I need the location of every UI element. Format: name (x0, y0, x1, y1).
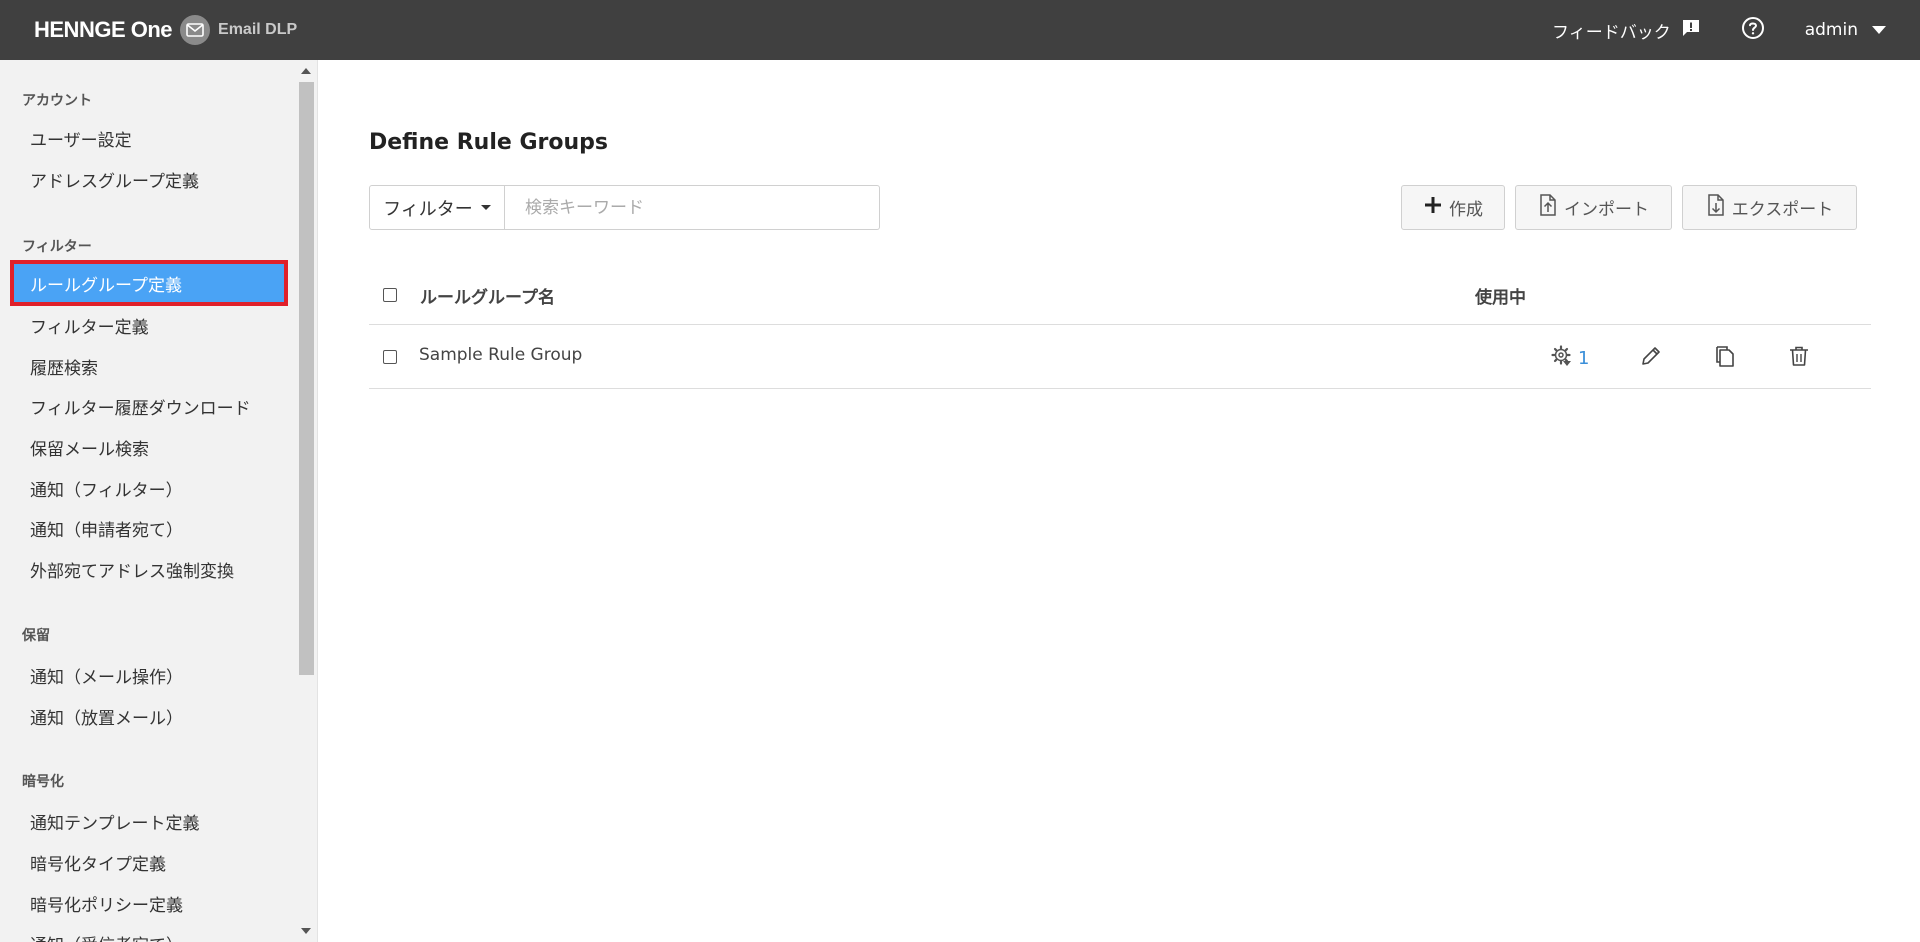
export-icon (1706, 194, 1732, 221)
edit-pencil-icon[interactable] (1639, 344, 1663, 372)
sidebar-item-address-groups[interactable]: アドレスグループ定義 (10, 156, 288, 202)
sidebar-item-external-address-conversion[interactable]: 外部宛てアドレス強制変換 (10, 546, 288, 592)
page-title: Define Rule Groups (369, 130, 608, 155)
sidebar: アカウント ユーザー設定 アドレスグループ定義 フィルター ルールグループ定義 … (0, 60, 318, 942)
create-button[interactable]: 作成 (1401, 185, 1505, 230)
user-name: admin (1804, 20, 1858, 40)
import-button[interactable]: インポート (1515, 185, 1672, 230)
copy-icon[interactable] (1713, 344, 1737, 372)
brand[interactable]: HENNGE One Email DLP (34, 0, 297, 60)
brand-logo: HENNGE One (34, 17, 173, 42)
sidebar-item-encryption-types[interactable]: 暗号化タイプ定義 (10, 839, 288, 885)
import-label: インポート (1564, 200, 1649, 220)
chevron-down-icon (1872, 26, 1886, 34)
feedback-icon (1671, 18, 1701, 43)
sidebar-item-notification-templates[interactable]: 通知テンプレート定義 (10, 798, 288, 844)
user-menu[interactable]: admin (1805, 20, 1886, 40)
product-name: Email DLP (218, 21, 298, 38)
filter-dropdown-button[interactable]: フィルター (369, 185, 505, 230)
column-header-in-use: 使用中 (1475, 288, 1526, 308)
section-account: アカウント (22, 93, 92, 109)
sidebar-item-filter-history-download[interactable]: フィルター履歴ダウンロード (10, 383, 288, 429)
filter-search-group: フィルター (369, 185, 880, 230)
sidebar-scrollbar-thumb[interactable] (299, 82, 314, 675)
in-use-link[interactable]: 1 (1550, 344, 1589, 372)
section-encryption: 暗号化 (22, 774, 64, 790)
feedback-label: フィードバック (1552, 22, 1671, 43)
gear-icon (1550, 344, 1574, 372)
column-header-name: ルールグループ名 (420, 288, 555, 308)
feedback-button[interactable]: フィードバック (1552, 18, 1701, 43)
row-checkbox[interactable] (383, 350, 397, 364)
main-content: Define Rule Groups フィルター 作成 インポート エクスポート… (319, 60, 1920, 942)
help-button[interactable] (1741, 16, 1765, 44)
export-button[interactable]: エクスポート (1682, 185, 1857, 230)
select-all-checkbox[interactable] (383, 288, 397, 302)
sidebar-item-notify-recipient[interactable]: 通知（受信者宛て） (10, 920, 288, 942)
create-label: 作成 (1449, 200, 1483, 220)
search-input[interactable] (505, 185, 880, 230)
table-row[interactable]: Sample Rule Group 1 (369, 325, 1871, 389)
rule-groups-table: ルールグループ名 使用中 Sample Rule Group 1 (369, 265, 1871, 389)
plus-icon (1423, 195, 1449, 220)
help-icon (1741, 16, 1765, 44)
sidebar-item-notify-abandoned-mail[interactable]: 通知（放置メール） (10, 693, 288, 739)
scroll-down-arrow-icon[interactable] (301, 928, 311, 934)
top-bar: HENNGE One Email DLP フィードバック admin (0, 0, 1920, 60)
rule-group-name: Sample Rule Group (419, 345, 583, 365)
filter-dropdown-label: フィルター (383, 198, 473, 220)
scroll-up-arrow-icon[interactable] (301, 68, 311, 74)
export-label: エクスポート (1731, 200, 1834, 220)
section-hold: 保留 (22, 628, 50, 644)
caret-down-icon (480, 205, 491, 210)
sidebar-item-held-mail-search[interactable]: 保留メール検索 (10, 424, 288, 470)
sidebar-item-user-settings[interactable]: ユーザー設定 (10, 115, 288, 161)
in-use-count: 1 (1578, 347, 1590, 369)
sidebar-item-filter-definitions[interactable]: フィルター定義 (10, 302, 288, 348)
import-icon (1538, 194, 1564, 221)
sidebar-item-rule-groups[interactable]: ルールグループ定義 (10, 260, 288, 306)
sidebar-item-notify-applicant[interactable]: 通知（申請者宛て） (10, 505, 288, 551)
table-header: ルールグループ名 使用中 (369, 265, 1871, 325)
trash-icon[interactable] (1787, 344, 1811, 372)
section-filter: フィルター (22, 239, 92, 255)
sidebar-item-notify-mail-action[interactable]: 通知（メール操作） (10, 652, 288, 698)
mail-icon (180, 15, 211, 45)
